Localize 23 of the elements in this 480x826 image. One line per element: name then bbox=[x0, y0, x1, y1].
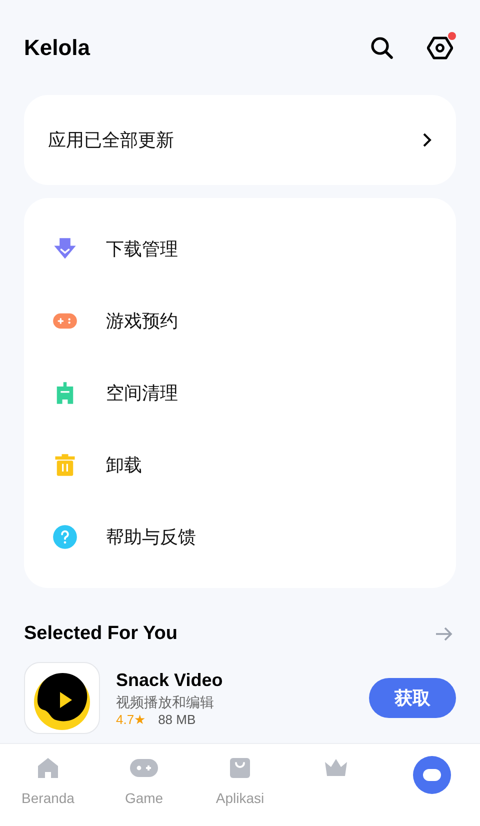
section-title: Selected For You bbox=[24, 622, 178, 646]
page-title: Kelola bbox=[24, 34, 90, 62]
get-button[interactable]: 获取 bbox=[369, 678, 456, 718]
home-icon bbox=[36, 756, 60, 780]
help-icon bbox=[52, 524, 78, 550]
settings-icon bbox=[427, 36, 453, 60]
search-icon bbox=[370, 36, 394, 60]
arrow-right-icon bbox=[435, 626, 453, 642]
menu-item[interactable]: 帮助与反馈 bbox=[24, 501, 456, 573]
app-size: 88 MB bbox=[158, 712, 196, 728]
gamepad-icon bbox=[129, 756, 159, 780]
menu-item[interactable]: 下载管理 bbox=[24, 213, 456, 285]
menu-item[interactable]: 游戏预约 bbox=[24, 285, 456, 357]
shopping-bag-icon bbox=[228, 756, 252, 780]
app-icon bbox=[24, 662, 100, 734]
menu-item[interactable]: 卸载 bbox=[24, 429, 456, 501]
app-subtitle: 视频播放和编辑 bbox=[116, 693, 215, 712]
update-card[interactable]: 应用已全部更新 bbox=[24, 95, 456, 185]
chevron-right-icon bbox=[422, 132, 432, 148]
app-rating: 4.7★ bbox=[116, 712, 146, 728]
menu-item[interactable]: 空间清理 bbox=[24, 357, 456, 429]
chat-bubble-icon bbox=[413, 756, 451, 794]
app-name: Snack Video bbox=[116, 669, 224, 692]
